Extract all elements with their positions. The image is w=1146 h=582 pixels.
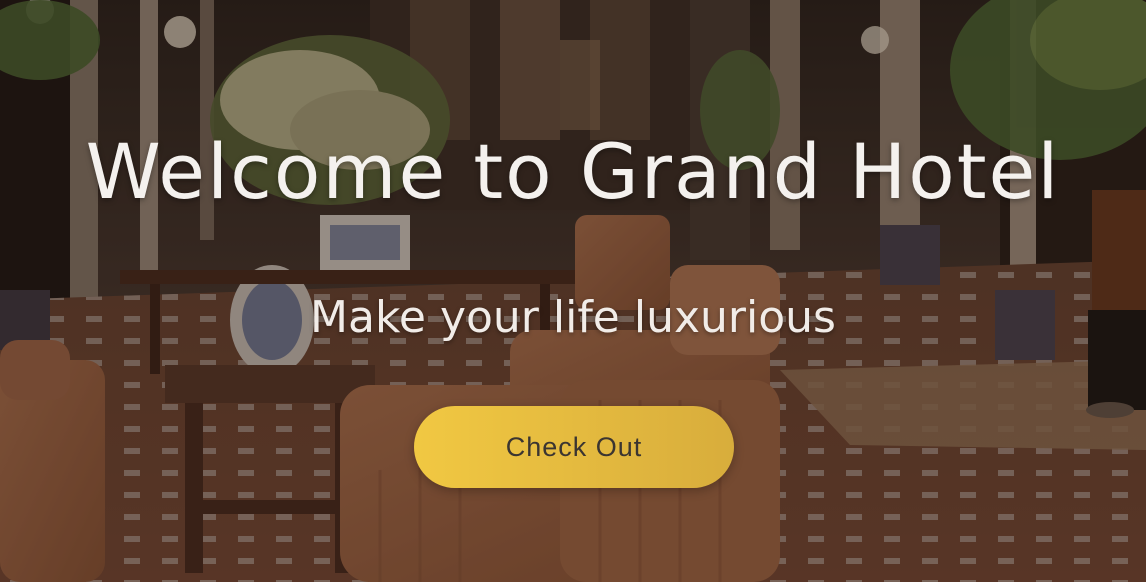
hero-content: Welcome to Grand Hotel Make your life lu… [0, 0, 1146, 582]
hero-section: Welcome to Grand Hotel Make your life lu… [0, 0, 1146, 582]
check-out-button[interactable]: Check Out [414, 406, 734, 488]
hero-title: Welcome to Grand Hotel [85, 127, 1061, 216]
hero-subtitle: Make your life luxurious [310, 292, 836, 343]
